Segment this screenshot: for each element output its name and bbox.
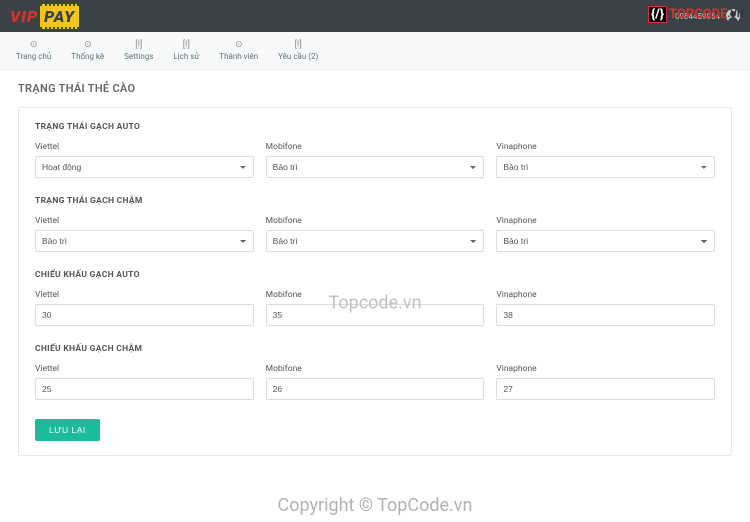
- select-vinaphone-slow-status[interactable]: Bảo trì: [496, 230, 715, 252]
- page-content: TRẠNG THÁI THẺ CÀO TRẠNG THÁI GẠCH AUTO …: [0, 70, 750, 468]
- select-vinaphone-auto-status[interactable]: Bảo trì: [496, 156, 715, 178]
- nav-requests[interactable]: [!] Yêu cầu (2): [268, 36, 328, 65]
- nav-members[interactable]: ⊙ Thành viên: [209, 36, 268, 65]
- section-title: CHIẾU KHẤU GẠCH AUTO: [35, 270, 715, 280]
- home-icon: ⊙: [30, 40, 38, 50]
- field-vinaphone-slow-status: Vinaphone Bảo trì: [496, 216, 715, 252]
- field-label: Mobifone: [266, 142, 485, 152]
- field-viettel-slow-status: Viettel Bảo trì: [35, 216, 254, 252]
- nav-label: Thành viên: [219, 52, 258, 61]
- code-bracket-icon: {/}: [648, 6, 667, 23]
- nav-history[interactable]: [!] Lịch sử: [163, 36, 209, 65]
- field-mobifone-slow-discount: Mobifone: [266, 364, 485, 400]
- section-slow-discount: CHIẾU KHẤU GẠCH CHẬM Viettel Mobifone Vi…: [35, 344, 715, 400]
- select-viettel-slow-status[interactable]: Bảo trì: [35, 230, 254, 252]
- section-auto-discount: CHIẾU KHẤU GẠCH AUTO Viettel Mobifone Vi…: [35, 270, 715, 326]
- section-title: TRẠNG THÁI GẠCH CHẬM: [35, 196, 715, 206]
- section-slow-status: TRẠNG THÁI GẠCH CHẬM Viettel Bảo trì Mob…: [35, 196, 715, 252]
- field-label: Viettel: [35, 142, 254, 152]
- nav-settings[interactable]: [!] Settings: [114, 36, 163, 65]
- nav-label: Yêu cầu (2): [278, 52, 318, 61]
- section-title: CHIẾU KHẤU GẠCH CHẬM: [35, 344, 715, 354]
- select-mobifone-auto-status[interactable]: Bảo trì: [266, 156, 485, 178]
- field-mobifone-auto-status: Mobifone Bảo trì: [266, 142, 485, 178]
- app-logo[interactable]: VIP PAY: [10, 4, 79, 29]
- field-label: Vinaphone: [496, 364, 715, 374]
- input-viettel-slow-discount[interactable]: [35, 378, 254, 400]
- input-vinaphone-auto-discount[interactable]: [496, 304, 715, 326]
- select-viettel-auto-status[interactable]: Hoạt động: [35, 156, 254, 178]
- nav-label: Thống kê: [71, 52, 104, 61]
- field-label: Vinaphone: [496, 290, 715, 300]
- nav-bar: ⊙ Trang chủ ⊙ Thống kê [!] Settings [!] …: [0, 32, 750, 70]
- logo-pay-text: PAY: [40, 4, 79, 29]
- settings-icon: [!]: [135, 40, 142, 50]
- field-viettel-auto-status: Viettel Hoạt động: [35, 142, 254, 178]
- nav-label: Lịch sử: [173, 52, 199, 61]
- select-mobifone-slow-status[interactable]: Bảo trì: [266, 230, 485, 252]
- field-label: Viettel: [35, 364, 254, 374]
- field-mobifone-slow-status: Mobifone Bảo trì: [266, 216, 485, 252]
- nav-stats[interactable]: ⊙ Thống kê: [61, 36, 114, 65]
- history-icon: [!]: [183, 40, 190, 50]
- field-label: Mobifone: [266, 290, 485, 300]
- field-vinaphone-auto-status: Vinaphone Bảo trì: [496, 142, 715, 178]
- nav-home[interactable]: ⊙ Trang chủ: [6, 36, 61, 65]
- input-mobifone-slow-discount[interactable]: [266, 378, 485, 400]
- field-mobifone-auto-discount: Mobifone: [266, 290, 485, 326]
- field-viettel-auto-discount: Viettel: [35, 290, 254, 326]
- input-mobifone-auto-discount[interactable]: [266, 304, 485, 326]
- settings-panel: TRẠNG THÁI GẠCH AUTO Viettel Hoạt động M…: [18, 107, 732, 456]
- field-label: Viettel: [35, 216, 254, 226]
- members-icon: ⊙: [235, 40, 243, 50]
- save-button[interactable]: LƯU LẠI: [35, 419, 100, 441]
- field-viettel-slow-discount: Viettel: [35, 364, 254, 400]
- nav-label: Settings: [124, 52, 153, 61]
- top-bar: VIP PAY 0984459954: [0, 0, 750, 32]
- field-label: Mobifone: [266, 364, 485, 374]
- field-vinaphone-slow-discount: Vinaphone: [496, 364, 715, 400]
- nav-label: Trang chủ: [16, 52, 51, 61]
- field-label: Viettel: [35, 290, 254, 300]
- logo-vip-text: VIP: [10, 7, 38, 26]
- input-viettel-auto-discount[interactable]: [35, 304, 254, 326]
- field-label: Mobifone: [266, 216, 485, 226]
- section-auto-status: TRẠNG THÁI GẠCH AUTO Viettel Hoạt động M…: [35, 122, 715, 178]
- requests-icon: [!]: [295, 40, 302, 50]
- field-label: Vinaphone: [496, 142, 715, 152]
- stats-icon: ⊙: [84, 40, 92, 50]
- field-label: Vinaphone: [496, 216, 715, 226]
- watermark-topcode-logo: {/} TOPCODE.VN: [648, 6, 744, 23]
- field-vinaphone-auto-discount: Vinaphone: [496, 290, 715, 326]
- section-title: TRẠNG THÁI GẠCH AUTO: [35, 122, 715, 132]
- page-title: TRẠNG THÁI THẺ CÀO: [18, 82, 732, 95]
- input-vinaphone-slow-discount[interactable]: [496, 378, 715, 400]
- watermark-bottom: Copyright © TopCode.vn: [278, 495, 473, 516]
